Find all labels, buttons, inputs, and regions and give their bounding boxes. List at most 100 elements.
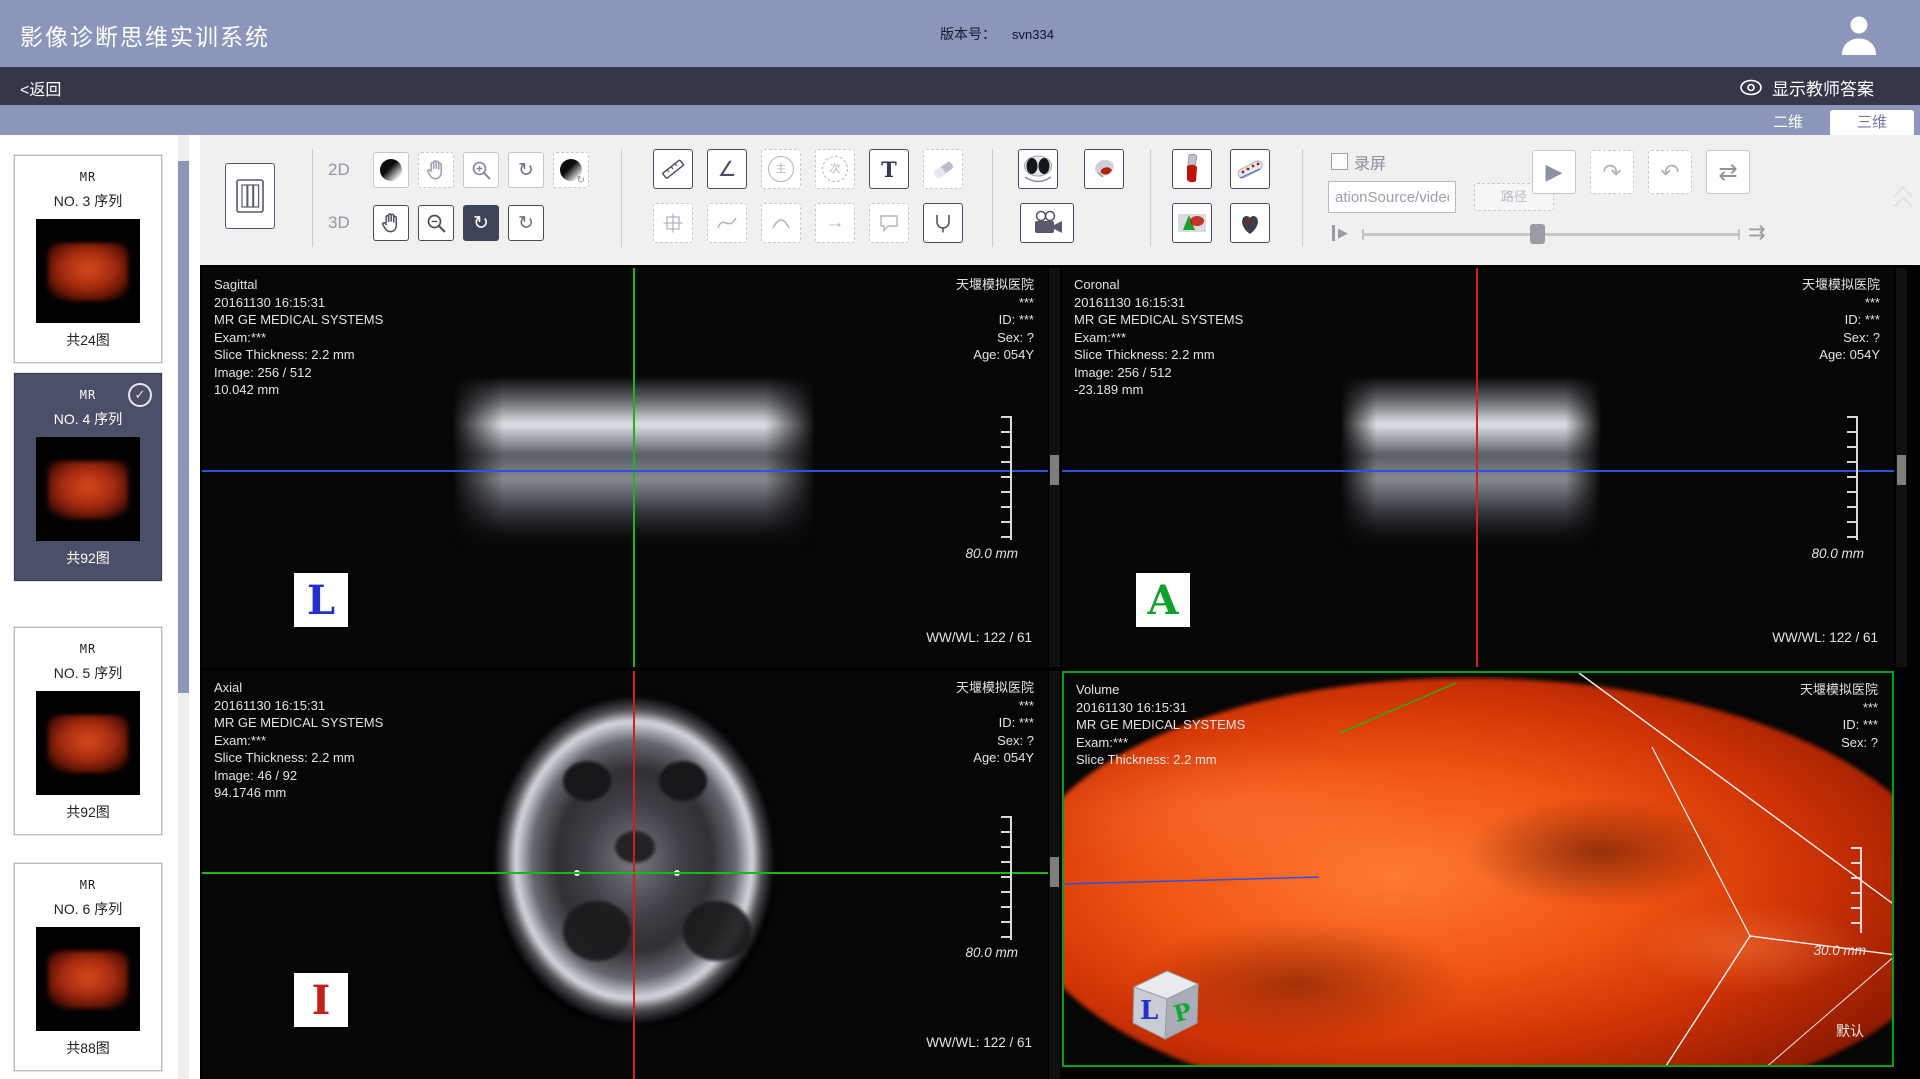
cube-letter-l: L xyxy=(1140,996,1158,1026)
study-datetime: 20161130 16:15:31 xyxy=(214,697,383,715)
scrollbar-thumb[interactable] xyxy=(1050,857,1059,887)
exam-label: Exam:*** xyxy=(214,732,383,750)
loop-forward-icon: ↷ xyxy=(1602,159,1621,186)
series-image-count: 共92图 xyxy=(15,548,161,568)
series-card-3[interactable]: MR NO. 3 序列 共24图 xyxy=(14,155,162,363)
series-modality: MR xyxy=(15,878,161,892)
scale-label: 80.0 mm xyxy=(965,945,1018,960)
knee-preset-button[interactable] xyxy=(1172,149,1212,189)
study-datetime: 20161130 16:15:31 xyxy=(1076,699,1245,717)
tab-2d[interactable]: 二维 xyxy=(1752,110,1824,135)
swap-direction-button[interactable]: ⇄ xyxy=(1706,150,1750,194)
loop-backward-button[interactable]: ↶ xyxy=(1648,150,1692,194)
layout-button[interactable] xyxy=(225,163,275,229)
arc-measure-button[interactable] xyxy=(761,203,801,243)
cobb-angle-button[interactable] xyxy=(923,203,963,243)
play-button[interactable]: ▶ xyxy=(1532,150,1576,194)
polyline-curve-button[interactable] xyxy=(707,203,747,243)
eraser-button[interactable] xyxy=(923,149,963,189)
viewport-volume-3d[interactable]: Volume 20161130 16:15:31 MR GE MEDICAL S… xyxy=(1062,671,1894,1067)
sidebar-scrollbar-track[interactable] xyxy=(178,135,189,1079)
app-title: 影像诊断思维实训系统 xyxy=(20,18,270,52)
rotate-3d-button[interactable]: ↻ xyxy=(463,205,499,241)
crosshair-vertical-red[interactable] xyxy=(633,671,635,1079)
divider xyxy=(1302,149,1303,247)
tab-3d[interactable]: 三维 xyxy=(1830,110,1914,135)
text-annotation-button[interactable]: T xyxy=(869,149,909,189)
axial-info-block: Axial 20161130 16:15:31 MR GE MEDICAL SY… xyxy=(214,679,383,802)
series-card-4[interactable]: ✓ MR NO. 4 序列 共92图 xyxy=(14,373,162,581)
crosshair-horizontal-blue[interactable] xyxy=(1062,470,1894,472)
axial-slice-scrollbar[interactable] xyxy=(1049,671,1060,1079)
series-card-6[interactable]: MR NO. 6 序列 共88图 xyxy=(14,863,162,1071)
lung-ct-preset-button[interactable] xyxy=(1018,149,1058,189)
record-path-input[interactable] xyxy=(1328,181,1456,213)
roi-main-button[interactable]: 主 xyxy=(761,149,801,189)
series-image-count: 共88图 xyxy=(15,1038,161,1058)
device-name: MR GE MEDICAL SYSTEMS xyxy=(1076,716,1245,734)
view-mode-tabs: 二维 三维 xyxy=(0,105,1920,135)
magnifier-icon xyxy=(425,212,448,235)
patient-info-block: 天堰模拟医院 *** ID: *** Sex: ? Age: 054Y xyxy=(956,679,1034,767)
scrollbar-thumb[interactable] xyxy=(1050,455,1059,485)
crosshair-vertical-green[interactable] xyxy=(633,268,635,667)
roi-secondary-button[interactable]: 次 xyxy=(815,149,855,189)
crosshair-vertical-red[interactable] xyxy=(1476,268,1478,667)
foot-preset-button[interactable] xyxy=(1230,149,1270,189)
volume-preset-button[interactable]: 默认 xyxy=(1836,1021,1864,1041)
selected-check-icon: ✓ xyxy=(128,383,152,407)
angle-measure-button[interactable]: ∠ xyxy=(707,149,747,189)
series-name: NO. 6 序列 xyxy=(15,899,161,919)
slider-handle[interactable] xyxy=(1530,224,1545,244)
coronal-slice-scrollbar[interactable] xyxy=(1896,268,1907,667)
viewport-coronal[interactable]: Coronal 20161130 16:15:31 MR GE MEDICAL … xyxy=(1062,268,1894,667)
image-index: Image: 256 / 512 xyxy=(1074,364,1243,382)
sagittal-slice-scrollbar[interactable] xyxy=(1049,268,1060,667)
organ-3d-preset-button[interactable] xyxy=(1172,203,1212,243)
device-name: MR GE MEDICAL SYSTEMS xyxy=(1074,311,1243,329)
length-measure-button[interactable] xyxy=(653,149,693,189)
window-level-reset-button[interactable]: ↻ xyxy=(553,152,589,188)
sidebar-scrollbar-thumb[interactable] xyxy=(178,161,189,693)
record-camera-button[interactable] xyxy=(1020,203,1074,243)
patient-info-block: 天堰模拟医院 *** ID: *** Sex: ? Age: 054Y xyxy=(956,276,1034,364)
rotate-2d-button[interactable]: ↻ xyxy=(508,152,544,188)
back-button[interactable]: <返回 xyxy=(20,76,61,100)
patient-info-block: 天堰模拟医院 *** ID: *** Sex: ? xyxy=(1800,681,1878,751)
callout-button[interactable] xyxy=(869,203,909,243)
user-avatar-button[interactable] xyxy=(1836,11,1882,57)
crosshair-horizontal-green[interactable] xyxy=(202,872,1048,874)
rotate-icon: ↻ xyxy=(473,212,489,235)
series-name: NO. 3 序列 xyxy=(15,191,161,211)
coronal-info-block: Coronal 20161130 16:15:31 MR GE MEDICAL … xyxy=(1074,276,1243,399)
viewport-title: Coronal xyxy=(1074,276,1243,294)
pan-3d-button[interactable] xyxy=(373,205,409,241)
record-screen-checkbox[interactable] xyxy=(1331,153,1348,170)
series-card-5[interactable]: MR NO. 5 序列 共92图 xyxy=(14,627,162,835)
series-modality: MR xyxy=(15,642,161,656)
loop-forward-button[interactable]: ↷ xyxy=(1590,150,1634,194)
reset-view-button[interactable]: ↻ xyxy=(508,205,544,241)
pan-2d-button[interactable] xyxy=(418,152,454,188)
slider-start-icon[interactable]: ▶ xyxy=(1332,225,1348,241)
zoom-3d-button[interactable] xyxy=(418,205,454,241)
collapse-toolbar-button[interactable] xyxy=(1892,187,1914,213)
arrow-annotation-button[interactable]: → xyxy=(815,203,855,243)
crosshair-horizontal-blue[interactable] xyxy=(202,470,1048,472)
patient-sex: Sex: ? xyxy=(956,329,1034,347)
skull-preset-button[interactable] xyxy=(1084,149,1124,189)
viewport-axial[interactable]: Axial 20161130 16:15:31 MR GE MEDICAL SY… xyxy=(202,671,1048,1079)
patient-name-masked: *** xyxy=(1800,699,1878,717)
show-teacher-answer-button[interactable]: 显示教师答案 xyxy=(1739,75,1874,100)
scrollbar-thumb[interactable] xyxy=(1897,455,1906,485)
locate-crosshair-button[interactable] xyxy=(653,203,693,243)
orientation-cube[interactable]: L P xyxy=(1122,963,1208,1045)
slider-end-icon[interactable]: ⇉ xyxy=(1748,220,1766,245)
volume-info-block: Volume 20161130 16:15:31 MR GE MEDICAL S… xyxy=(1076,681,1245,769)
viewport-sagittal[interactable]: Sagittal 20161130 16:15:31 MR GE MEDICAL… xyxy=(202,268,1048,667)
heart-preset-button[interactable] xyxy=(1230,203,1270,243)
window-level-button[interactable] xyxy=(373,152,409,188)
exam-label: Exam:*** xyxy=(214,329,383,347)
slider-track[interactable] xyxy=(1362,233,1740,236)
zoom-in-2d-button[interactable] xyxy=(463,152,499,188)
